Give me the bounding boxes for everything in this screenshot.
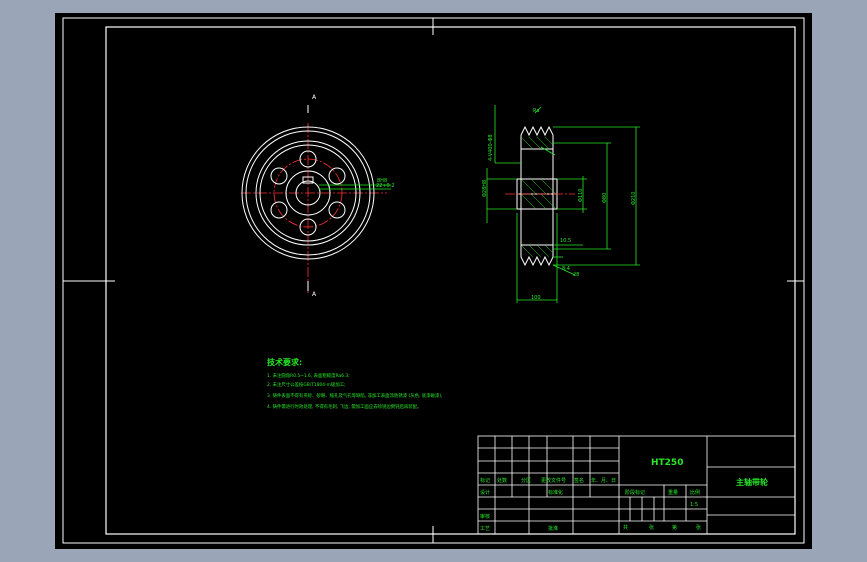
label-review: 审核 [480,513,490,520]
tech-req-heading: 技术要求: [267,357,302,367]
dim-step: 8.4 [562,266,570,272]
label-sheet-unit: 张 [696,524,701,531]
scale-value: 1:5 [690,502,698,508]
dim-hub: Φ110 [578,189,584,202]
side-hatching [520,136,557,258]
tech-req-item: 1. 未注圆角R0.5~1.6, 表面粗糙度Ra6.3; [267,372,350,379]
label-sheets: 张 [649,524,654,531]
side-view: 4-V400-Φ8 Ra Φ28H8 Φ110 Φ80 Φ210 10.5 8.… [482,105,640,303]
centering-marks [63,18,804,543]
ra-note: Ra [533,108,539,114]
label-stage-mark: 阶段标记 [625,489,645,496]
label-design: 设计 [480,489,490,496]
dim-left: Φ28H8 [482,180,488,197]
tech-req-item: 2. 未注尺寸公差按GB/T1804-m级加工; [267,381,346,388]
label-date: 年、月、日 [591,477,616,484]
dim-outer: Φ210 [631,192,637,205]
label-mark: 标记 [480,477,490,484]
label-scale: 比例 [690,489,700,496]
label-sign: 签名 [574,477,584,484]
groove-callout: 4-V400-Φ8 [488,134,494,161]
material-label: HT250 [651,458,683,468]
technical-requirements: 技术要求: 1. 未注圆角R0.5~1.6, 表面粗糙度Ra6.3; 2. 未注… [267,357,442,410]
dim-width: 100 [531,295,541,301]
front-view: A A 8H8 22+0.2 [241,94,395,298]
part-name: 主轴带轮 [736,477,768,487]
inner-border [105,26,796,535]
title-block: HT250 主轴带轮 标记 处数 分区 更改文件号 签名 年、月、日 设计 标准… [477,435,796,535]
label-change-doc: 更改文件号 [541,477,566,484]
dim-groove-bottom: Φ80 [602,193,608,203]
section-mark-bottom: A [312,291,317,298]
drawing-sheet: A A 8H8 22+0.2 4-V400-Φ8 Ra Φ28H8 Φ110 Φ… [55,13,812,549]
label-weight: 重量 [668,489,678,496]
tech-req-item: 4. 铸件需进行时效处理, 不得有毛刺, 飞边, 需加工面应去除锐边倒钝后再装配… [267,403,421,410]
label-approve: 批准 [548,525,558,532]
dim-groove: 10.5 [560,238,571,244]
dim-pitch: 28 [573,272,579,278]
section-mark-top: A [312,94,317,101]
side-dimensions [486,105,640,303]
cad-drawing: A A 8H8 22+0.2 4-V400-Φ8 Ra Φ28H8 Φ110 Φ… [62,17,805,544]
label-sheet-no: 第 [672,524,677,531]
label-count: 处数 [497,477,507,484]
label-standardize: 标准化 [548,489,563,496]
label-zone: 分区 [521,477,531,484]
label-total: 共 [623,524,628,531]
keyway-callout-2: 22+0.2 [376,183,395,189]
tech-req-item: 3. 铸件表面不得有夹砂、砂眼、缩孔及气孔等缺陷, 非加工表面涂防锈漆 (灰色,… [267,392,442,399]
label-process: 工艺 [480,526,490,532]
outer-border [62,17,805,544]
